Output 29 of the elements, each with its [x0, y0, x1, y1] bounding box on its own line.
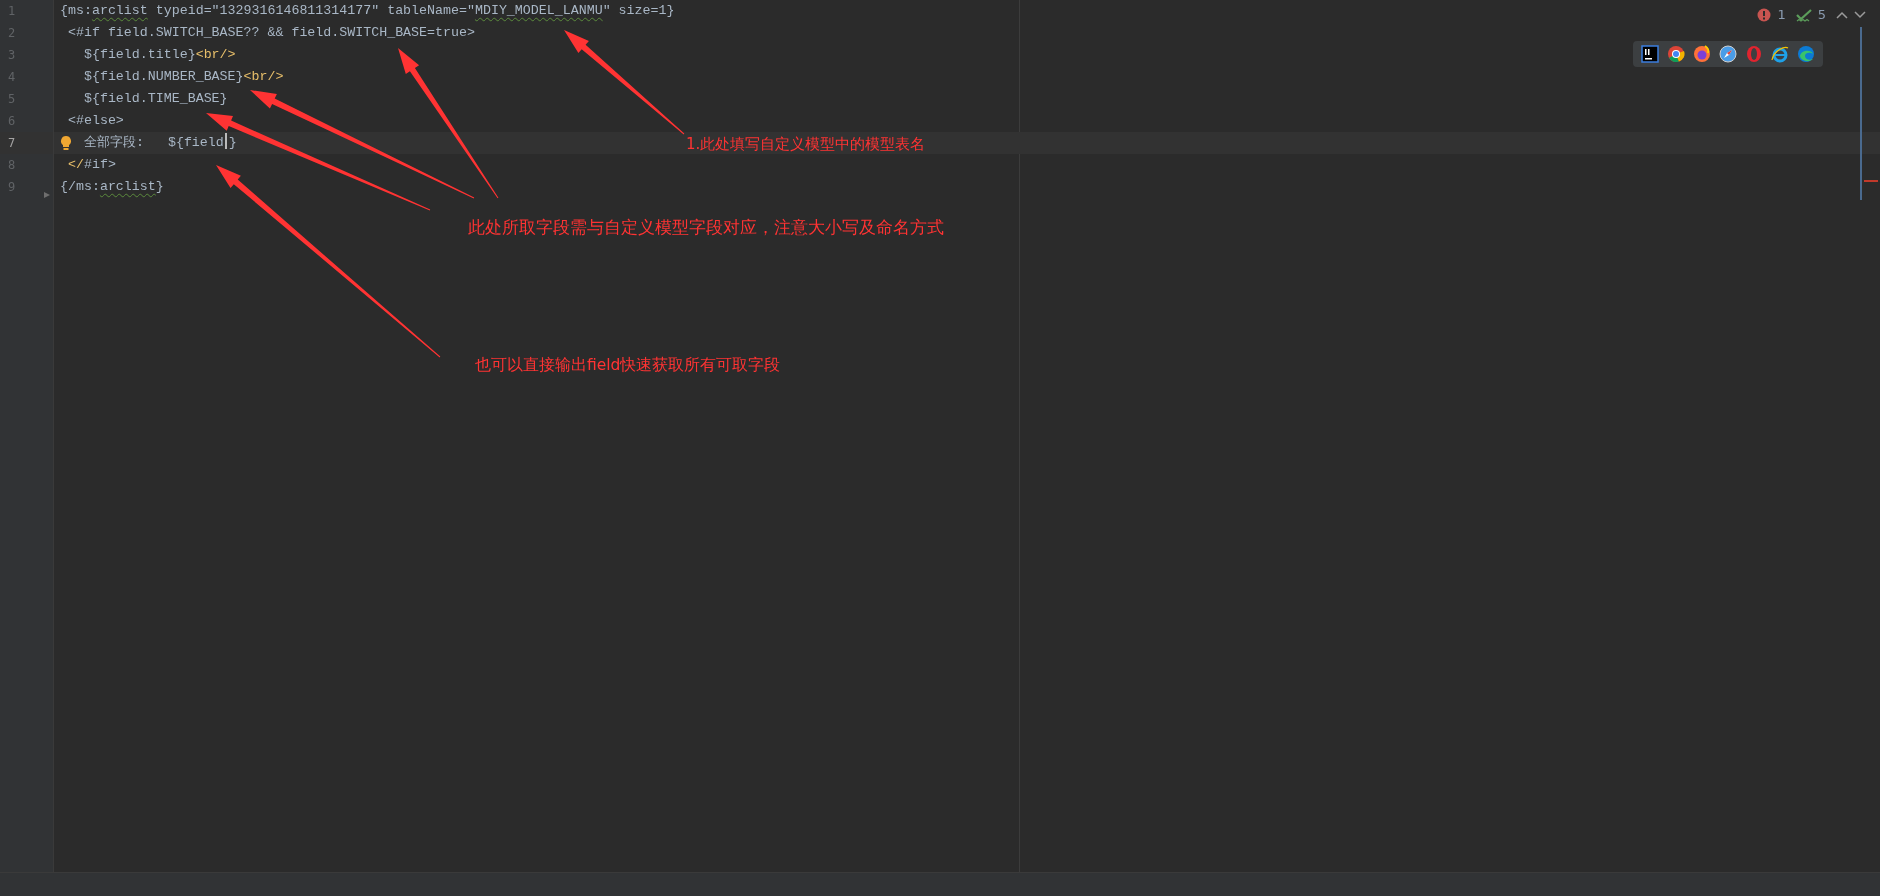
- text-cursor: [224, 133, 227, 149]
- check-icon[interactable]: [1795, 7, 1812, 22]
- line-number: 7: [8, 136, 16, 150]
- error-count: 1: [1777, 7, 1786, 22]
- chevron-up-icon[interactable]: [1836, 10, 1848, 19]
- code-line: {/ms:arclist}: [60, 178, 164, 196]
- fold-marker-icon[interactable]: [43, 191, 51, 199]
- internet-explorer-icon[interactable]: [1771, 45, 1789, 63]
- code-line: ${field.TIME_BASE}: [82, 90, 228, 108]
- warning-count: 5: [1817, 7, 1826, 22]
- chevron-down-icon[interactable]: [1854, 10, 1866, 19]
- code-line: </#if>: [66, 156, 116, 174]
- annotation-text: 此处所取字段需与自定义模型字段对应，注意大小写及命名方式: [468, 216, 944, 239]
- lightbulb-icon[interactable]: [60, 135, 72, 151]
- error-icon[interactable]: [1757, 7, 1772, 22]
- app-icon[interactable]: [1641, 45, 1659, 63]
- firefox-icon[interactable]: [1693, 45, 1711, 63]
- error-marker[interactable]: [1864, 180, 1878, 182]
- code-line: <#else>: [66, 112, 124, 130]
- annotation-text: 也可以直接输出field快速获取所有可取字段: [475, 355, 781, 376]
- chrome-icon[interactable]: [1667, 45, 1685, 63]
- compass-icon[interactable]: [1719, 45, 1737, 63]
- edge-icon[interactable]: [1797, 45, 1815, 63]
- code-line: <#if field.SWITCH_BASE?? && field.SWITCH_BASE=true>: [66, 24, 475, 42]
- code-line: {ms:arclist typeid="1329316146811314177" tableName="MDIY_MODEL_LANMU" size=1}: [60, 2, 675, 20]
- code-line: ${field.title}<br/>: [82, 46, 236, 64]
- code-line: ${field.NUMBER_BASE}<br/>: [82, 68, 284, 86]
- code-line: 全部字段: ${field }: [84, 132, 237, 152]
- annotation-text: 1.此处填写自定义模型中的模型表名: [686, 135, 926, 154]
